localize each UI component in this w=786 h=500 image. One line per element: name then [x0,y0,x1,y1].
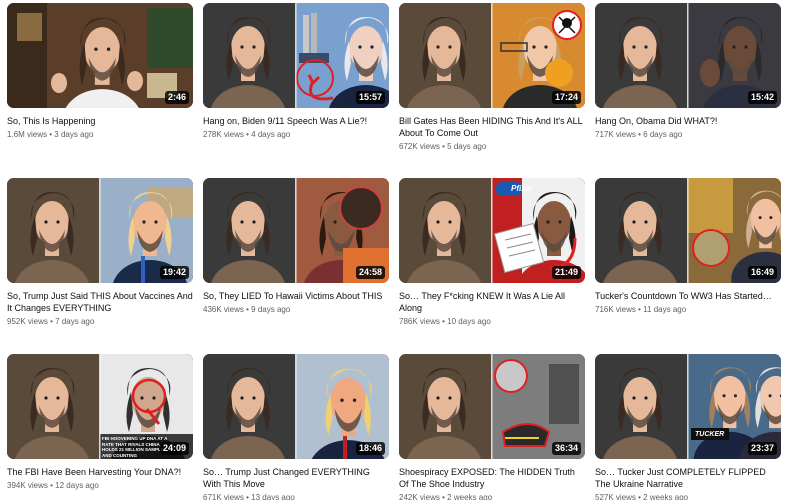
video-metadata: 717K views6 days ago [595,130,682,140]
video-metadata: 527K views2 weeks ago [595,493,688,500]
video-metadata: 672K views5 days ago [399,142,486,152]
upload-age: 4 days ago [244,130,290,139]
video-metadata: 671K views13 days ago [203,493,295,500]
video-thumbnail[interactable]: 24:58 [203,178,389,283]
video-thumbnail[interactable]: 2:46 [7,3,193,108]
upload-age: 11 days ago [636,305,686,314]
view-count: 527K views [595,493,636,500]
video-title[interactable]: So, This Is Happening [7,115,193,127]
video-duration-badge: 24:09 [159,442,189,455]
video-thumbnail[interactable]: 36:34 [399,354,585,459]
video-thumbnail[interactable]: FBI HOOVERING UP DNA AT A RATE THAT RIVA… [7,354,193,459]
view-count: 786K views [399,317,440,326]
video-duration-badge: 23:37 [747,442,777,455]
video-title[interactable]: Hang On, Obama Did WHAT?! [595,115,781,127]
upload-age: 13 days ago [244,493,295,500]
video-title[interactable]: Bill Gates Has Been HIDING This And It's… [399,115,585,139]
video-title[interactable]: So… Tucker Just COMPLETELY FLIPPED The U… [595,466,781,490]
video-thumbnail[interactable]: 15:42 [595,3,781,108]
video-metadata: 1.6M views3 days ago [7,130,93,140]
video-duration-badge: 2:46 [164,91,189,104]
video-metadata: 278K views4 days ago [203,130,290,140]
video-title[interactable]: So… Trump Just Changed EVERYTHING With T… [203,466,389,490]
upload-age: 9 days ago [244,305,290,314]
video-thumbnail[interactable]: 19:42 [7,178,193,283]
upload-age: 2 weeks ago [440,493,492,500]
view-count: 671K views [203,493,244,500]
video-title[interactable]: Hang on, Biden 9/11 Speech Was A Lie?! [203,115,389,127]
view-count: 242K views [399,493,440,500]
upload-age: 7 days ago [48,317,94,326]
video-title[interactable]: So, They LIED To Hawaii Victims About TH… [203,290,389,302]
video-thumbnail[interactable]: 17:24 [399,3,585,108]
upload-age: 5 days ago [440,142,486,151]
video-title[interactable]: So… They F*cking KNEW It Was A Lie All A… [399,290,585,314]
upload-age: 3 days ago [47,130,93,139]
video-duration-badge: 19:42 [159,266,189,279]
video-metadata: 786K views10 days ago [399,317,491,327]
video-duration-badge: 16:49 [747,266,777,279]
video-thumbnail[interactable]: 16:49 [595,178,781,283]
view-count: 1.6M views [7,130,48,139]
video-thumbnail[interactable]: Pfizer 21:49 [399,178,585,283]
video-duration-badge: 24:58 [355,266,385,279]
video-metadata: 394K views12 days ago [7,481,99,491]
view-count: 952K views [7,317,48,326]
video-duration-badge: 15:57 [355,91,385,104]
video-metadata: 242K views2 weeks ago [399,493,492,500]
upload-age: 10 days ago [440,317,491,326]
video-duration-badge: 21:49 [551,266,581,279]
view-count: 672K views [399,142,440,151]
tucker-logo-badge: TUCKER [695,431,725,438]
view-count: 278K views [203,130,244,139]
view-count: 436K views [203,305,244,314]
view-count: 717K views [595,130,636,139]
video-thumbnail[interactable]: 18:46 [203,354,389,459]
video-thumbnail[interactable]: TUCKER 23:37 [595,354,781,459]
view-count: 716K views [595,305,636,314]
video-duration-badge: 36:34 [551,442,581,455]
video-title[interactable]: Tucker's Countdown To WW3 Has Started… [595,290,781,302]
upload-age: 6 days ago [636,130,682,139]
video-thumbnail[interactable]: 15:57 [203,3,389,108]
video-title[interactable]: So, Trump Just Said THIS About Vaccines … [7,290,193,314]
video-title[interactable]: Shoespiracy EXPOSED: The HIDDEN Truth Of… [399,466,585,490]
video-duration-badge: 15:42 [747,91,777,104]
video-duration-badge: 18:46 [355,442,385,455]
upload-age: 12 days ago [48,481,99,490]
video-metadata: 436K views9 days ago [203,305,290,315]
view-count: 394K views [7,481,48,490]
video-duration-badge: 17:24 [551,91,581,104]
upload-age: 2 weeks ago [636,493,688,500]
video-metadata: 716K views11 days ago [595,305,686,315]
pfizer-logo-badge: Pfizer [511,184,533,193]
video-metadata: 952K views7 days ago [7,317,94,327]
video-title[interactable]: The FBI Have Been Harvesting Your DNA?! [7,466,193,478]
